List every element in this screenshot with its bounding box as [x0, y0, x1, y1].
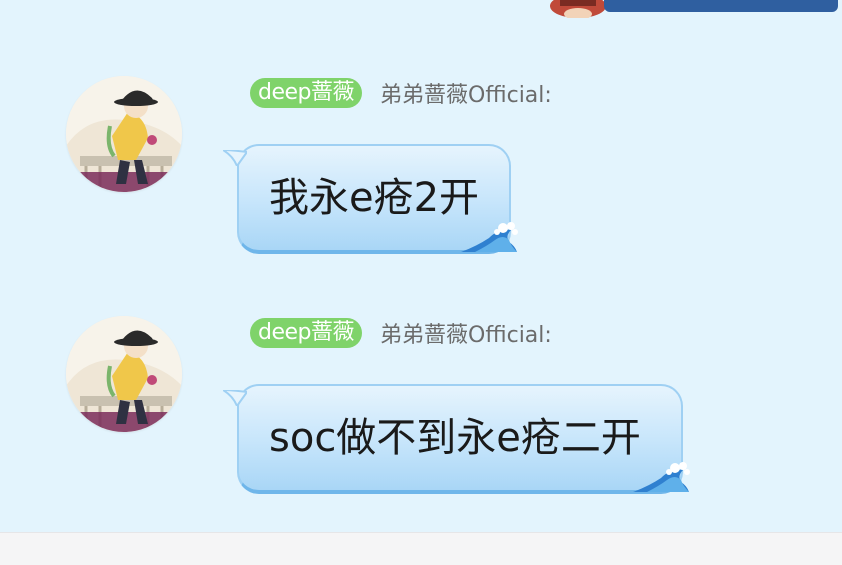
- sender-name[interactable]: 弟弟蔷薇Official:: [380, 317, 552, 349]
- character-avatar-icon: [550, 0, 606, 18]
- chat-message: deep蔷薇 弟弟蔷薇Official: soc做不到永e疮二开: [0, 316, 842, 516]
- bubble-tail-icon: [223, 150, 247, 166]
- avatar[interactable]: [66, 316, 182, 432]
- wave-icon: [633, 462, 690, 492]
- wave-icon: [461, 222, 518, 252]
- bubble-tail-icon: [223, 390, 247, 406]
- avatar[interactable]: [66, 76, 182, 192]
- message-text: soc做不到永e疮二开: [269, 415, 641, 461]
- character-avatar-icon: [66, 316, 182, 432]
- input-area[interactable]: [0, 532, 842, 565]
- status-badge[interactable]: deep蔷薇: [250, 318, 363, 348]
- previous-message-fragment: [548, 0, 842, 18]
- message-bubble[interactable]: soc做不到永e疮二开: [223, 384, 690, 494]
- sender-name[interactable]: 弟弟蔷薇Official:: [380, 77, 552, 109]
- previous-bubble-edge: [604, 0, 838, 12]
- message-bubble[interactable]: 我永e疮2开: [223, 144, 518, 254]
- character-avatar-icon: [66, 76, 182, 192]
- chat-message: deep蔷薇 弟弟蔷薇Official: 我永e疮2开: [0, 76, 842, 276]
- message-meta: deep蔷薇 弟弟蔷薇Official:: [250, 316, 552, 350]
- message-meta: deep蔷薇 弟弟蔷薇Official:: [250, 76, 552, 110]
- status-badge[interactable]: deep蔷薇: [250, 78, 363, 108]
- message-text: 我永e疮2开: [269, 175, 480, 221]
